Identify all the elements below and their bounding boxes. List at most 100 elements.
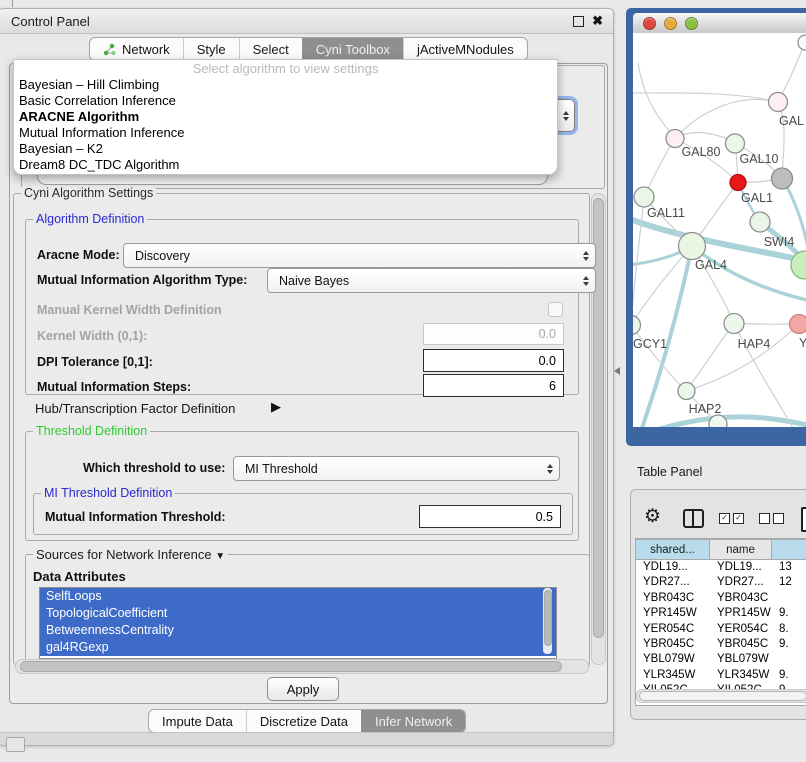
tab-select[interactable]: Select xyxy=(239,38,302,60)
network-node[interactable] xyxy=(709,415,727,427)
column-header-cut[interactable] xyxy=(772,539,806,560)
table-cell[interactable]: YBR045C xyxy=(710,637,772,652)
hide-columns-icon[interactable] xyxy=(759,513,784,524)
table-row[interactable]: YDL19...YDL19...13 xyxy=(636,560,806,575)
show-columns-icon[interactable]: ✓✓ xyxy=(719,513,744,524)
table-row[interactable]: YBR043CYBR043C xyxy=(636,591,806,606)
column-header-shared-name[interactable]: shared... xyxy=(636,539,710,560)
manual-kernel-checkbox[interactable] xyxy=(548,302,563,317)
attribute-list-scrollbar-thumb[interactable] xyxy=(544,590,552,646)
table-cell[interactable]: YPR145W xyxy=(636,606,710,621)
hub-tf-expand-arrow-icon[interactable]: ▶ xyxy=(271,399,281,415)
attribute-gal4rgexp[interactable]: gal4RGexp xyxy=(40,639,556,656)
table-cell[interactable]: YBL079W xyxy=(636,652,710,667)
tab-jactivemnodules[interactable]: jActiveMNodules xyxy=(403,38,527,60)
tab-discretize-data[interactable]: Discretize Data xyxy=(246,710,361,732)
tab-network[interactable]: Network xyxy=(90,38,183,60)
table-cell[interactable]: 9. xyxy=(772,668,806,683)
table-cell[interactable]: YLR345W xyxy=(636,668,710,683)
table-cell[interactable]: YDL19... xyxy=(636,560,710,575)
network-node[interactable] xyxy=(633,316,641,335)
network-edge[interactable] xyxy=(686,323,734,391)
table-cell[interactable]: YDR27... xyxy=(710,575,772,590)
table-cell[interactable] xyxy=(772,591,806,606)
close-icon[interactable]: ✖ xyxy=(592,14,603,27)
float-icon[interactable] xyxy=(573,16,584,27)
table-cell[interactable]: 13 xyxy=(772,560,806,575)
network-edge[interactable] xyxy=(633,325,686,391)
table-cell[interactable]: YBL079W xyxy=(710,652,772,667)
network-node[interactable] xyxy=(679,233,706,260)
mi-steps-field[interactable] xyxy=(423,374,564,397)
network-edge[interactable] xyxy=(638,63,675,138)
tab-impute-data[interactable]: Impute Data xyxy=(149,710,246,732)
table-cell[interactable]: YDL19... xyxy=(710,560,772,575)
tab-style[interactable]: Style xyxy=(183,38,239,60)
table-horizontal-scrollbar[interactable] xyxy=(636,689,806,703)
network-node[interactable] xyxy=(769,93,788,112)
attribute-betweennesscentrality[interactable]: BetweennessCentrality xyxy=(40,622,556,639)
table-row[interactable]: YLR345WYLR345W9. xyxy=(636,668,806,683)
close-traffic-light[interactable] xyxy=(643,17,656,30)
settings-horizontal-scrollbar-thumb[interactable] xyxy=(20,661,562,672)
table-cell[interactable]: YDR27... xyxy=(636,575,710,590)
table-cell[interactable]: YER054C xyxy=(710,622,772,637)
split-columns-icon[interactable] xyxy=(683,509,704,528)
network-node[interactable] xyxy=(772,168,793,189)
network-edge[interactable] xyxy=(633,93,778,102)
sources-title[interactable]: Sources for Network Inference ▼ xyxy=(33,548,228,563)
network-node[interactable] xyxy=(790,315,806,334)
network-node[interactable] xyxy=(678,383,695,400)
algorithm-item-mutual-information[interactable]: Mutual Information Inference xyxy=(14,125,557,141)
table-cell[interactable]: YBR043C xyxy=(710,591,772,606)
sources-collapse-arrow-icon[interactable]: ▼ xyxy=(215,551,225,562)
table-cell[interactable]: YLR345W xyxy=(710,668,772,683)
tab-infer-network[interactable]: Infer Network xyxy=(361,710,465,732)
table-cell[interactable]: YER054C xyxy=(636,622,710,637)
algorithm-item-bayesian-hill-climbing[interactable]: Bayesian – Hill Climbing xyxy=(14,77,557,93)
hub-tf-definition-label[interactable]: Hub/Transcription Factor Definition xyxy=(35,401,235,416)
network-node[interactable] xyxy=(726,134,745,153)
table-cell[interactable] xyxy=(772,652,806,667)
aracne-mode-combo[interactable]: Discovery xyxy=(123,243,596,268)
table-row[interactable]: YBL079WYBL079W xyxy=(636,652,806,667)
column-header-name[interactable]: name xyxy=(710,539,772,560)
table-cell[interactable]: YPR145W xyxy=(710,606,772,621)
minimize-traffic-light[interactable] xyxy=(664,17,677,30)
table-cell[interactable]: 12 xyxy=(772,575,806,590)
panel-collapse-button[interactable] xyxy=(6,737,25,752)
network-node[interactable] xyxy=(634,187,654,207)
algorithm-item-bayesian-k2[interactable]: Bayesian – K2 xyxy=(14,141,557,157)
table-row[interactable]: YDR27...YDR27...12 xyxy=(636,575,806,590)
network-canvas[interactable]: GALGAL80GAL10GAL1GAL11SWI4GAL4GCY1HAP4YH… xyxy=(633,33,806,427)
network-edge[interactable] xyxy=(675,99,778,138)
table-row[interactable]: YBR045CYBR045C9. xyxy=(636,637,806,652)
table-cell[interactable]: 8. xyxy=(772,622,806,637)
table-cell[interactable]: 9. xyxy=(772,637,806,652)
network-edge[interactable] xyxy=(686,324,799,391)
mutual-information-threshold-field[interactable] xyxy=(419,505,561,528)
network-node[interactable] xyxy=(724,314,744,334)
attribute-selfloops[interactable]: SelfLoops xyxy=(40,588,556,605)
gear-icon[interactable]: ⚙ xyxy=(644,507,661,526)
table-row[interactable]: YER054CYER054C8. xyxy=(636,622,806,637)
attribute-topologicalcoefficient[interactable]: TopologicalCoefficient xyxy=(40,605,556,622)
network-edge[interactable] xyxy=(633,197,644,325)
settings-horizontal-scrollbar[interactable] xyxy=(15,659,589,674)
network-edge[interactable] xyxy=(653,417,806,427)
mi-type-combo[interactable]: Naive Bayes xyxy=(267,268,596,293)
tab-cyni-toolbox[interactable]: Cyni Toolbox xyxy=(302,38,403,60)
splitpane-collapse-arrow-icon[interactable] xyxy=(614,367,620,375)
which-threshold-combo[interactable]: MI Threshold xyxy=(233,456,560,481)
apply-button[interactable]: Apply xyxy=(267,677,339,701)
algorithm-item-aracne[interactable]: ARACNE Algorithm xyxy=(14,109,557,125)
table-cell[interactable]: YBR043C xyxy=(636,591,710,606)
algorithm-item-dream8[interactable]: Dream8 DC_TDC Algorithm xyxy=(14,157,557,173)
table-cell[interactable]: YBR045C xyxy=(636,637,710,652)
table-function-icon[interactable] xyxy=(801,507,806,532)
algorithm-item-basic-correlation[interactable]: Basic Correlation Inference xyxy=(14,93,557,109)
zoom-traffic-light[interactable] xyxy=(685,17,698,30)
table-cell[interactable]: 9. xyxy=(772,606,806,621)
kernel-width-field[interactable] xyxy=(423,323,564,345)
network-node[interactable] xyxy=(730,175,746,191)
